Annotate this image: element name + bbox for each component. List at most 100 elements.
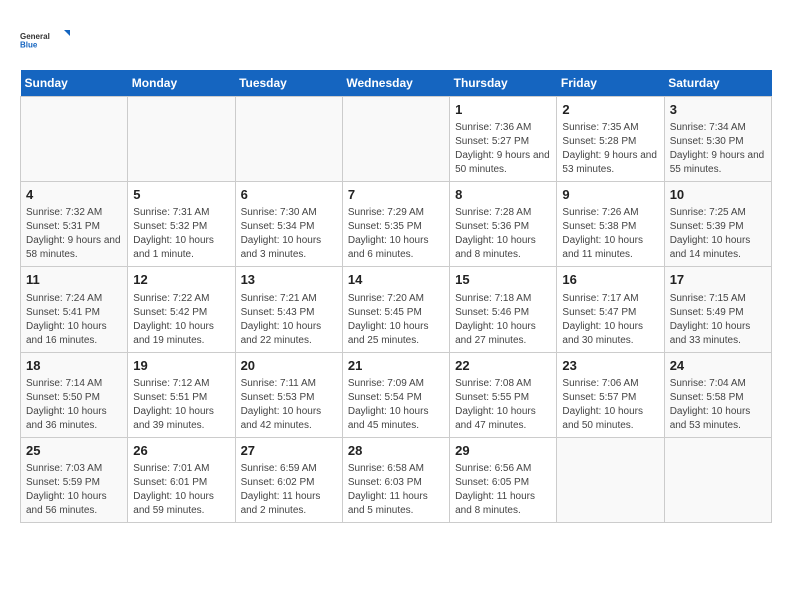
day-info: Sunset: 5:30 PM (670, 135, 766, 149)
day-number: 4 (26, 186, 122, 204)
calendar-cell: 22Sunrise: 7:08 AMSunset: 5:55 PMDayligh… (450, 352, 557, 437)
day-info: Sunrise: 7:31 AM (133, 206, 229, 220)
day-info: Sunrise: 7:09 AM (348, 377, 444, 391)
calendar-cell: 23Sunrise: 7:06 AMSunset: 5:57 PMDayligh… (557, 352, 664, 437)
day-info: Sunset: 5:46 PM (455, 306, 551, 320)
week-row-1: 1Sunrise: 7:36 AMSunset: 5:27 PMDaylight… (21, 97, 772, 182)
day-info: Daylight: 10 hours and 42 minutes. (241, 405, 337, 433)
col-header-saturday: Saturday (664, 70, 771, 97)
logo: General Blue (20, 20, 70, 60)
day-number: 10 (670, 186, 766, 204)
svg-text:General: General (20, 32, 50, 41)
day-number: 12 (133, 271, 229, 289)
day-info: Sunrise: 7:15 AM (670, 292, 766, 306)
day-info: Daylight: 10 hours and 14 minutes. (670, 234, 766, 262)
day-info: Daylight: 10 hours and 47 minutes. (455, 405, 551, 433)
day-info: Sunrise: 7:06 AM (562, 377, 658, 391)
day-number: 15 (455, 271, 551, 289)
calendar-cell: 10Sunrise: 7:25 AMSunset: 5:39 PMDayligh… (664, 182, 771, 267)
day-info: Daylight: 10 hours and 19 minutes. (133, 320, 229, 348)
day-info: Sunset: 5:55 PM (455, 391, 551, 405)
day-info: Daylight: 11 hours and 8 minutes. (455, 490, 551, 518)
calendar-cell: 3Sunrise: 7:34 AMSunset: 5:30 PMDaylight… (664, 97, 771, 182)
week-row-3: 11Sunrise: 7:24 AMSunset: 5:41 PMDayligh… (21, 267, 772, 352)
day-info: Sunrise: 7:11 AM (241, 377, 337, 391)
day-number: 14 (348, 271, 444, 289)
day-info: Sunset: 5:31 PM (26, 220, 122, 234)
day-info: Sunset: 5:38 PM (562, 220, 658, 234)
day-info: Sunrise: 7:12 AM (133, 377, 229, 391)
day-info: Sunrise: 7:03 AM (26, 462, 122, 476)
col-header-thursday: Thursday (450, 70, 557, 97)
calendar-cell: 29Sunrise: 6:56 AMSunset: 6:05 PMDayligh… (450, 437, 557, 522)
day-info: Sunset: 6:03 PM (348, 476, 444, 490)
day-info: Sunrise: 7:04 AM (670, 377, 766, 391)
day-info: Daylight: 10 hours and 33 minutes. (670, 320, 766, 348)
day-info: Sunset: 6:01 PM (133, 476, 229, 490)
calendar-cell (235, 97, 342, 182)
week-row-2: 4Sunrise: 7:32 AMSunset: 5:31 PMDaylight… (21, 182, 772, 267)
calendar-cell: 6Sunrise: 7:30 AMSunset: 5:34 PMDaylight… (235, 182, 342, 267)
day-info: Sunset: 5:27 PM (455, 135, 551, 149)
day-info: Sunset: 5:57 PM (562, 391, 658, 405)
day-info: Sunset: 5:59 PM (26, 476, 122, 490)
calendar-cell: 25 Sunrise: 7:03 AMSunset: 5:59 PMDayligh… (21, 437, 128, 522)
calendar-cell (664, 437, 771, 522)
calendar-cell: 2Sunrise: 7:35 AMSunset: 5:28 PMDaylight… (557, 97, 664, 182)
calendar-cell (21, 97, 128, 182)
day-number: 22 (455, 357, 551, 375)
day-info: Daylight: 9 hours and 58 minutes. (26, 234, 122, 262)
day-info: Sunset: 5:45 PM (348, 306, 444, 320)
day-number: 20 (241, 357, 337, 375)
day-info: Sunrise: 6:58 AM (348, 462, 444, 476)
calendar-cell: 16Sunrise: 7:17 AMSunset: 5:47 PMDayligh… (557, 267, 664, 352)
day-info: Sunset: 5:47 PM (562, 306, 658, 320)
day-info: Daylight: 10 hours and 25 minutes. (348, 320, 444, 348)
day-info: Daylight: 10 hours and 16 minutes. (26, 320, 122, 348)
week-row-4: 18Sunrise: 7:14 AMSunset: 5:50 PMDayligh… (21, 352, 772, 437)
day-info: Daylight: 10 hours and 50 minutes. (562, 405, 658, 433)
day-number: 8 (455, 186, 551, 204)
day-info: Daylight: 10 hours and 8 minutes. (455, 234, 551, 262)
day-info: Daylight: 10 hours and 45 minutes. (348, 405, 444, 433)
day-info: Sunrise: 7:24 AM (26, 292, 122, 306)
day-info: Sunset: 5:32 PM (133, 220, 229, 234)
day-info: Sunset: 5:36 PM (455, 220, 551, 234)
day-number: 16 (562, 271, 658, 289)
day-info: Daylight: 10 hours and 53 minutes. (670, 405, 766, 433)
day-info: Daylight: 11 hours and 5 minutes. (348, 490, 444, 518)
day-info: Daylight: 9 hours and 53 minutes. (562, 149, 658, 177)
day-info: Sunrise: 7:36 AM (455, 121, 551, 135)
day-info: Sunrise: 7:22 AM (133, 292, 229, 306)
day-info: Daylight: 9 hours and 50 minutes. (455, 149, 551, 177)
day-number: 6 (241, 186, 337, 204)
day-info: Daylight: 10 hours and 3 minutes. (241, 234, 337, 262)
logo-svg: General Blue (20, 20, 70, 60)
day-info: Sunrise: 7:14 AM (26, 377, 122, 391)
day-info: Sunset: 5:28 PM (562, 135, 658, 149)
day-info: Sunset: 5:41 PM (26, 306, 122, 320)
day-number: 27 (241, 442, 337, 460)
day-info: Daylight: 10 hours and 56 minutes. (26, 490, 122, 518)
day-number: 25 (26, 442, 122, 460)
calendar-cell (557, 437, 664, 522)
calendar-cell: 8Sunrise: 7:28 AMSunset: 5:36 PMDaylight… (450, 182, 557, 267)
calendar-cell: 18Sunrise: 7:14 AMSunset: 5:50 PMDayligh… (21, 352, 128, 437)
week-row-5: 25Sunrise: 7:03 AMSunset: 5:59 PMDayligh… (21, 437, 772, 522)
day-info: Sunset: 5:39 PM (670, 220, 766, 234)
day-info: Sunset: 5:51 PM (133, 391, 229, 405)
day-info: Sunrise: 7:01 AM (133, 462, 229, 476)
day-info: Sunset: 5:54 PM (348, 391, 444, 405)
calendar-cell: 20Sunrise: 7:11 AMSunset: 5:53 PMDayligh… (235, 352, 342, 437)
day-number: 28 (348, 442, 444, 460)
day-number: 19 (133, 357, 229, 375)
day-info: Daylight: 10 hours and 39 minutes. (133, 405, 229, 433)
day-info: Daylight: 10 hours and 1 minute. (133, 234, 229, 262)
calendar-cell: 12Sunrise: 7:22 AMSunset: 5:42 PMDayligh… (128, 267, 235, 352)
day-number: 5 (133, 186, 229, 204)
calendar-cell: 28 Sunrise: 6:58 AMSunset: 6:03 PMDayligh… (342, 437, 449, 522)
calendar-cell: 21Sunrise: 7:09 AMSunset: 5:54 PMDayligh… (342, 352, 449, 437)
day-info: Sunrise: 7:26 AM (562, 206, 658, 220)
calendar-cell: 13Sunrise: 7:21 AMSunset: 5:43 PMDayligh… (235, 267, 342, 352)
calendar-cell: 1Sunrise: 7:36 AMSunset: 5:27 PMDaylight… (450, 97, 557, 182)
